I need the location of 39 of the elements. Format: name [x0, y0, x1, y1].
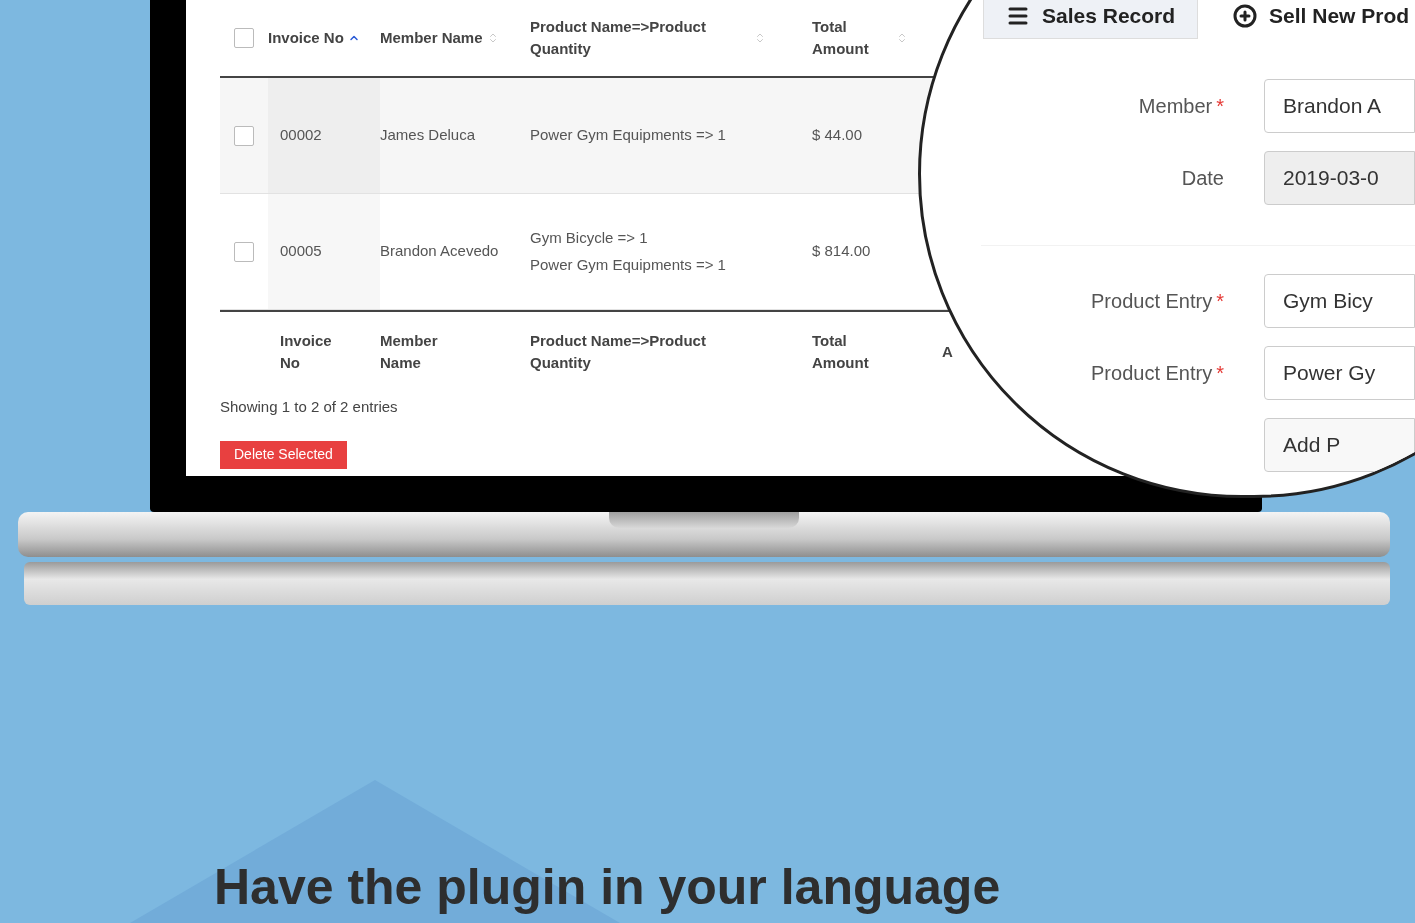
- column-header[interactable]: Total Amount: [812, 15, 892, 61]
- field-label: Product Entry: [1091, 289, 1213, 314]
- add-product-button[interactable]: Add P: [1264, 418, 1415, 472]
- column-header[interactable]: Invoice No: [268, 26, 344, 50]
- column-footer: Product Name=>Product Quantity: [530, 331, 706, 371]
- table-cell: James Deluca: [380, 126, 476, 144]
- field-label: Product Entry: [1091, 361, 1213, 386]
- column-footer: A: [942, 342, 953, 360]
- column-header[interactable]: Member Name: [380, 26, 483, 50]
- table-cell: $ 44.00: [812, 126, 863, 144]
- plus-circle-icon: [1233, 4, 1258, 28]
- table-cell-text: Gym Bicycle => 1: [530, 228, 649, 248]
- table-cell-text: Power Gym Equipments => 1: [530, 254, 727, 275]
- column-footer: Member Name: [380, 331, 438, 371]
- field-label: Member: [1138, 94, 1213, 119]
- field-label: Date: [1181, 166, 1224, 191]
- sort-icon[interactable]: [754, 32, 766, 44]
- checkbox[interactable]: [234, 125, 254, 146]
- input-field[interactable]: Power Gy: [1264, 346, 1415, 400]
- input-field[interactable]: Brandon A: [1264, 79, 1415, 133]
- checkbox[interactable]: [234, 28, 254, 48]
- section-heading: Have the plugin in your language: [214, 862, 1001, 912]
- required-mark: *: [1216, 289, 1224, 314]
- table-cell-text: 00002: [280, 125, 322, 146]
- tab[interactable]: Sales Record: [983, 0, 1199, 39]
- sort-icon[interactable]: [896, 32, 908, 44]
- table-cell-text: Power Gym Equipments => 1: [530, 125, 727, 146]
- entries-info: Showing 1 to 2 of 2 entries: [220, 398, 398, 415]
- input-field[interactable]: Gym Bicy: [1264, 274, 1415, 328]
- checkbox[interactable]: [234, 241, 254, 262]
- column-footer: Invoice No: [280, 331, 332, 371]
- required-mark: *: [1216, 361, 1224, 386]
- table-cell-text: 00005: [280, 241, 322, 262]
- table-cell: Brandon Acevedo: [380, 242, 499, 260]
- required-mark: *: [1216, 94, 1224, 119]
- column-header[interactable]: Product Name=>Product Quantity: [530, 15, 750, 61]
- column-footer: Total Amount: [812, 331, 869, 371]
- table-cell: $ 814.00: [812, 242, 871, 260]
- delete-selected-button[interactable]: Delete Selected: [220, 440, 347, 469]
